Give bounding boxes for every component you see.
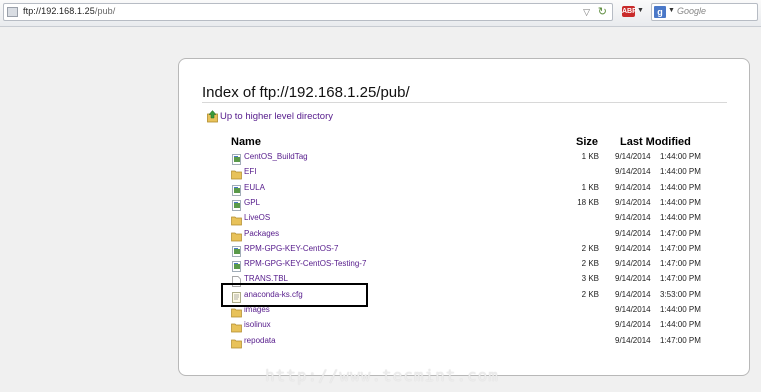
search-placeholder: Google: [677, 6, 707, 16]
chevron-down-icon: ▼: [668, 7, 675, 14]
file-row[interactable]: isolinux 9/14/2014 1:44:00 PM: [179, 319, 751, 334]
file-name-link[interactable]: EULA: [244, 183, 265, 192]
file-size: 2 KB: [581, 259, 599, 269]
file-size: 2 KB: [581, 289, 599, 299]
title-divider: [202, 102, 727, 103]
file-row[interactable]: RPM-GPG-KEY-CentOS-7 2 KB 9/14/2014 1:47:00…: [179, 243, 751, 258]
url-host: ftp://192.168.1.25: [23, 6, 95, 16]
file-row[interactable]: repodata 9/14/2014 1:47:00 PM: [179, 335, 751, 350]
file-name-link[interactable]: Packages: [244, 229, 279, 238]
file-size: 18 KB: [577, 197, 599, 207]
file-row[interactable]: LiveOS 9/14/2014 1:44:00 PM: [179, 212, 751, 227]
file-name-link[interactable]: RPM-GPG-KEY-CentOS-7: [244, 244, 338, 253]
highlight-box: [221, 283, 368, 307]
file-size: 1 KB: [581, 152, 599, 161]
url-path: /pub/: [94, 6, 116, 16]
file-date: 9/14/2014: [615, 335, 651, 345]
file-name-link[interactable]: EFI: [244, 167, 256, 176]
file-time: 1:47:00 PM: [660, 274, 701, 284]
chevron-down-icon: ▼: [637, 7, 644, 14]
up-folder-icon: [207, 110, 218, 123]
file-time: 1:44:00 PM: [660, 197, 701, 207]
file-time: 1:47:00 PM: [660, 335, 701, 345]
file-icon: [231, 183, 242, 196]
file-row[interactable]: RPM-GPG-KEY-CentOS-Testing-7 2 KB 9/14/201…: [179, 258, 751, 273]
file-icon: [231, 152, 242, 165]
folder-icon: [231, 213, 242, 226]
file-row[interactable]: GPL 18 KB 9/14/2014 1:44:00 PM: [179, 197, 751, 212]
column-header-modified: Last Modified: [620, 136, 691, 148]
google-search-engine-icon[interactable]: g: [654, 6, 666, 18]
adblock-icon: ABP: [622, 6, 637, 17]
file-date: 9/14/2014: [615, 167, 651, 177]
folder-icon: [231, 229, 242, 241]
file-date: 9/14/2014: [615, 182, 651, 192]
file-name-link[interactable]: RPM-GPG-KEY-CentOS-Testing-7: [244, 259, 366, 268]
folder-icon: [231, 167, 242, 180]
folder-icon: [231, 336, 242, 348]
folder-icon: [231, 320, 242, 333]
file-name-link[interactable]: repodata: [244, 336, 276, 345]
history-dropdown-icon[interactable]: ▽: [583, 7, 590, 18]
file-icon: [231, 198, 242, 211]
page-title: Index of ftp://192.168.1.25/pub/: [202, 84, 410, 101]
file-row[interactable]: EULA 1 KB 9/14/2014 1:44:00 PM: [179, 182, 751, 197]
file-size: 2 KB: [581, 243, 599, 253]
file-date: 9/14/2014: [615, 289, 651, 299]
file-time: 1:44:00 PM: [660, 167, 701, 177]
watermark: http://www.tecmint.com: [265, 366, 499, 385]
file-date: 9/14/2014: [615, 320, 651, 330]
up-directory-label: Up to higher level directory: [220, 111, 333, 122]
file-date: 9/14/2014: [615, 197, 651, 207]
address-url[interactable]: ftp://192.168.1.25/pub/: [23, 6, 115, 16]
file-time: 1:47:00 PM: [660, 243, 701, 253]
file-time: 1:47:00 PM: [660, 259, 701, 269]
file-time: 1:47:00 PM: [660, 228, 701, 238]
file-date: 9/14/2014: [615, 213, 651, 223]
column-header-name: Name: [231, 136, 261, 148]
file-time: 1:44:00 PM: [660, 213, 701, 223]
file-name-link[interactable]: LiveOS: [244, 213, 270, 222]
file-icon: [231, 259, 242, 272]
directory-listing-panel: Index of ftp://192.168.1.25/pub/ Up to h…: [178, 58, 750, 376]
browser-toolbar: ftp://192.168.1.25/pub/ ▽ ↻ ABP ▼ g ▼ Go…: [0, 0, 761, 27]
reload-icon[interactable]: ↻: [598, 5, 607, 18]
column-header-size: Size: [576, 136, 599, 148]
file-name-link[interactable]: isolinux: [244, 320, 271, 329]
file-time: 1:44:00 PM: [660, 320, 701, 330]
file-icon: [231, 244, 242, 257]
site-identity-icon[interactable]: [7, 7, 18, 17]
address-bar[interactable]: ftp://192.168.1.25/pub/ ▽ ↻: [3, 3, 613, 21]
file-time: 1:44:00 PM: [660, 182, 701, 192]
file-date: 9/14/2014: [615, 259, 651, 269]
file-name-link[interactable]: GPL: [244, 198, 260, 207]
file-row[interactable]: Packages 9/14/2014 1:47:00 PM: [179, 228, 751, 243]
file-time: 1:44:00 PM: [660, 305, 701, 314]
file-row[interactable]: EFI 9/14/2014 1:44:00 PM: [179, 166, 751, 181]
search-bar[interactable]: g ▼ Google: [651, 3, 758, 21]
file-time: 1:44:00 PM: [660, 152, 701, 161]
addon-button[interactable]: ABP ▼: [622, 6, 644, 18]
file-name-link[interactable]: CentOS_BuildTag: [244, 152, 308, 161]
file-size: 1 KB: [581, 182, 599, 192]
file-date: 9/14/2014: [615, 305, 651, 314]
file-date: 9/14/2014: [615, 243, 651, 253]
file-date: 9/14/2014: [615, 228, 651, 238]
file-time: 3:53:00 PM: [660, 289, 701, 299]
file-date: 9/14/2014: [615, 152, 651, 161]
file-date: 9/14/2014: [615, 274, 651, 284]
file-size: 3 KB: [581, 274, 599, 284]
file-row[interactable]: CentOS_BuildTag 1 KB 9/14/2014 1:44:00 PM: [179, 151, 751, 166]
